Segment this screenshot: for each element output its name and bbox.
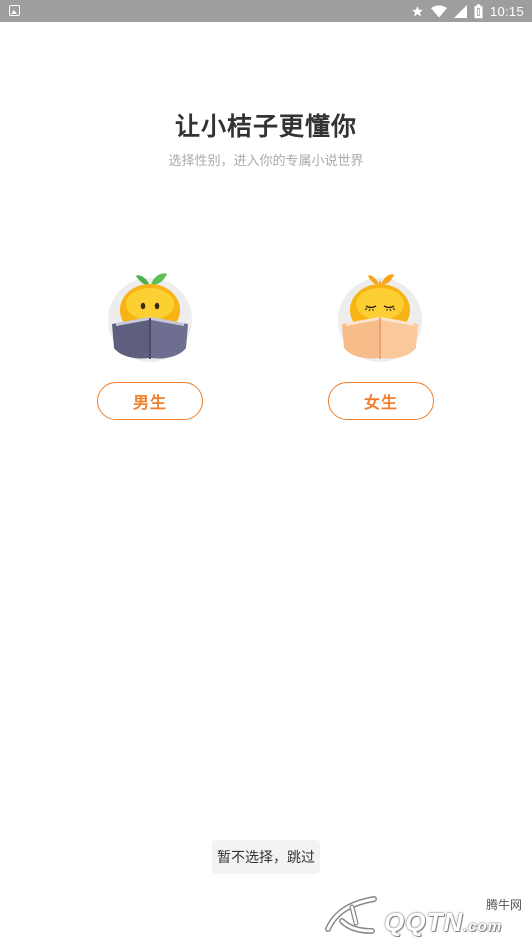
gender-selection-screen: 10:15 让小桔子更懂你 选择性别，进入你的专属小说世界 男生 女生 暂不选择… — [0, 0, 532, 946]
status-bar: 10:15 — [0, 0, 532, 22]
male-button[interactable]: 男生 — [97, 382, 203, 420]
female-avatar[interactable] — [336, 268, 424, 363]
wifi-icon — [430, 5, 447, 17]
signal-icon — [453, 4, 467, 18]
image-icon — [9, 5, 20, 16]
page-title: 让小桔子更懂你 — [174, 112, 357, 141]
status-icons: 10:15 — [411, 0, 524, 22]
skip-button[interactable]: 暂不选择，跳过 — [212, 840, 320, 874]
watermark-logo-icon — [325, 896, 377, 934]
male-avatar[interactable] — [106, 268, 194, 363]
female-button[interactable]: 女生 — [328, 382, 434, 420]
status-clock: 10:15 — [489, 3, 524, 19]
watermark: 腾牛网 QQTN.com — [322, 893, 528, 943]
battery-icon — [474, 3, 483, 18]
page-subtitle: 选择性别，进入你的专属小说世界 — [168, 154, 364, 169]
watermark-latin-text: QQTN.com — [384, 907, 503, 937]
star-icon — [412, 5, 423, 16]
